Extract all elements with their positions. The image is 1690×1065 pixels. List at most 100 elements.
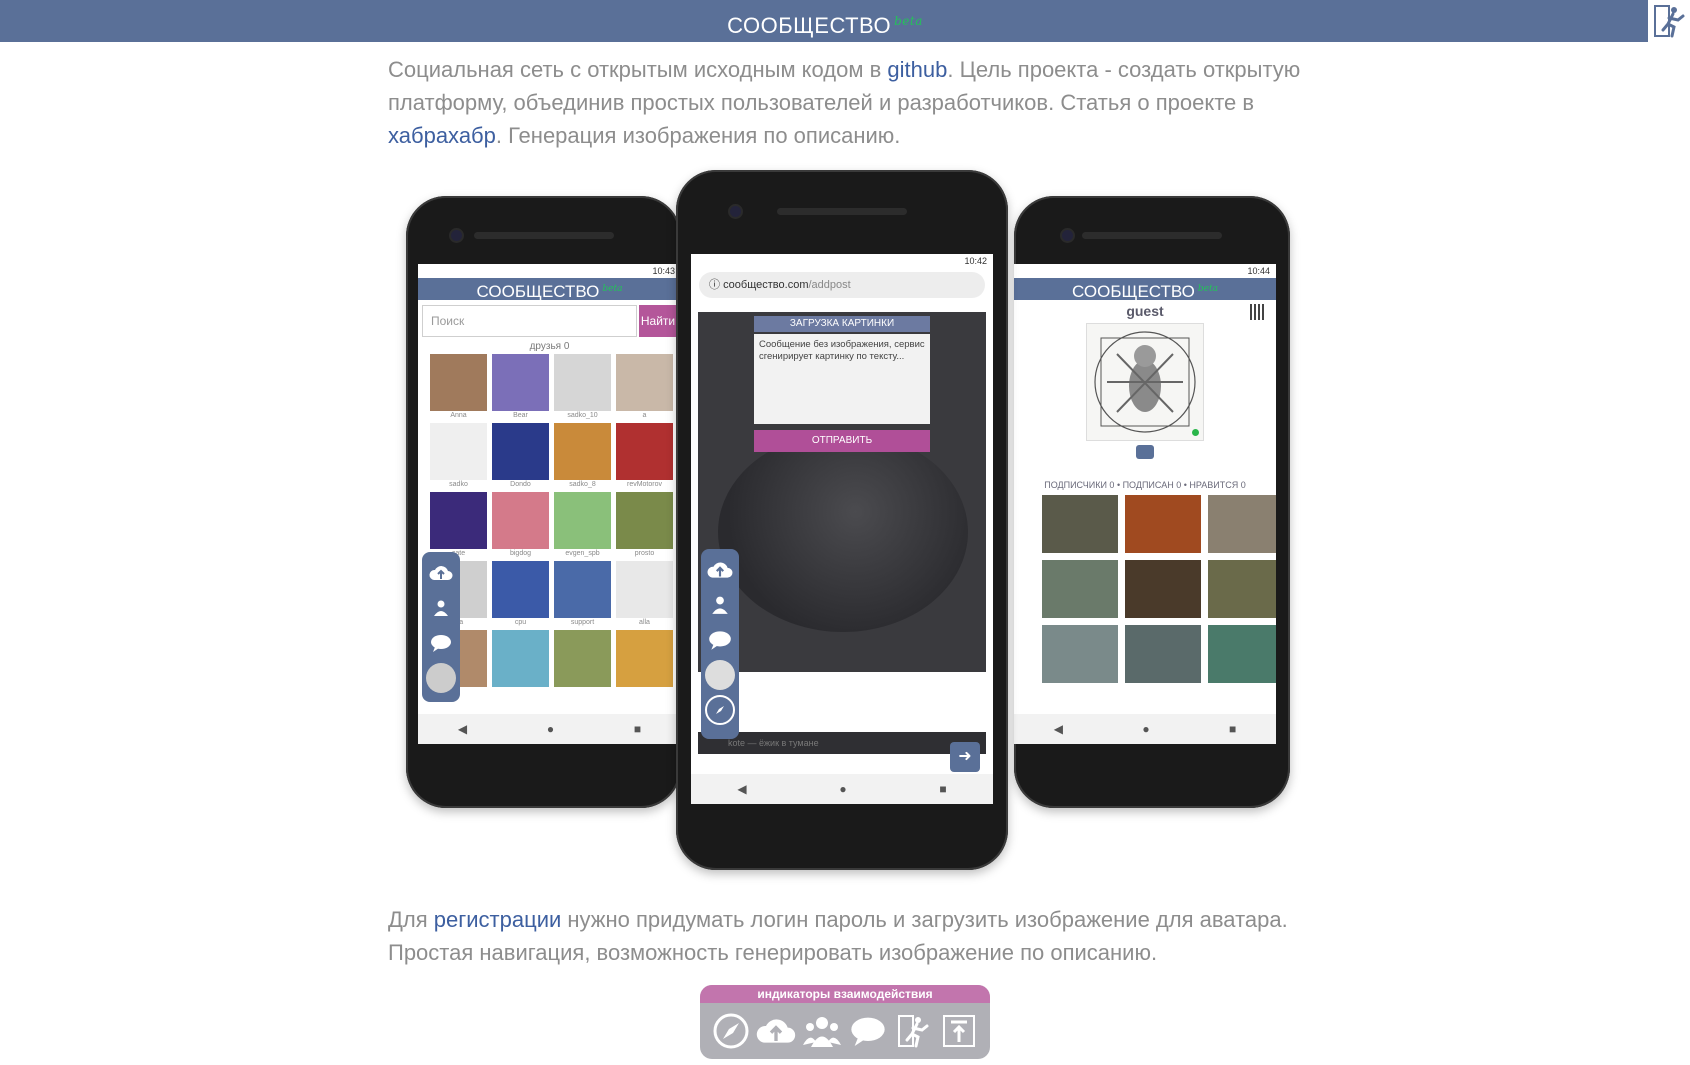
user-card[interactable]: prosto xyxy=(616,492,673,559)
user-card[interactable]: sadko_10 xyxy=(554,354,611,421)
send-button[interactable]: ОТПРАВИТЬ xyxy=(754,430,930,452)
user-avatar xyxy=(616,492,673,549)
chat-icon[interactable] xyxy=(426,628,456,658)
post-overlay: ЗАГРУЗКА КАРТИНКИ Сообщение без изображе… xyxy=(698,312,986,772)
profile-stats: ПОДПИСЧИКИ 0 • ПОДПИСАН 0 • НРАВИТСЯ 0 xyxy=(1044,480,1246,490)
post-thumbnail[interactable] xyxy=(1125,625,1201,683)
interaction-indicators: индикаторы взаимодействия xyxy=(700,985,990,1059)
app-beta-badge: beta xyxy=(602,284,623,294)
user-name: sadko_8 xyxy=(569,481,596,488)
user-card[interactable]: a xyxy=(616,354,673,421)
user-card[interactable] xyxy=(554,630,611,697)
user-card[interactable]: sadko_8 xyxy=(554,423,611,490)
user-card[interactable] xyxy=(616,630,673,697)
user-name: sadko_10 xyxy=(567,412,598,419)
home-icon[interactable]: ● xyxy=(839,782,846,796)
habr-link[interactable]: хабрахабр xyxy=(388,123,496,148)
user-card[interactable]: Anna xyxy=(430,354,487,421)
back-icon[interactable]: ◀ xyxy=(458,722,467,736)
browser-url-bar[interactable]: ⓘ сообщество.com/addpost xyxy=(699,272,985,298)
user-card[interactable]: sadko xyxy=(430,423,487,490)
vertical-toolbar xyxy=(701,549,739,739)
top-bar: СООБЩЕСТВО beta xyxy=(0,0,1690,42)
settings-badge-icon[interactable] xyxy=(1136,445,1154,459)
scroll-top-icon xyxy=(939,1011,979,1051)
user-card[interactable] xyxy=(492,630,549,697)
recents-icon[interactable]: ■ xyxy=(1229,722,1236,736)
user-name xyxy=(554,687,611,697)
user-card[interactable]: Bear xyxy=(492,354,549,421)
post-thumbnail[interactable] xyxy=(1208,560,1276,618)
user-card[interactable]: Dondo xyxy=(492,423,549,490)
recents-icon[interactable]: ■ xyxy=(939,782,946,796)
post-thumbnail[interactable] xyxy=(1125,495,1201,553)
reg-text-1: Для xyxy=(388,907,434,932)
chat-icon xyxy=(848,1011,888,1051)
post-thumbnail[interactable] xyxy=(1208,495,1276,553)
registration-link[interactable]: регистрации xyxy=(434,907,562,932)
avatar-icon[interactable] xyxy=(705,660,735,690)
registration-paragraph: Для регистрации нужно придумать логин па… xyxy=(388,903,1308,969)
qr-code-icon[interactable] xyxy=(1250,304,1266,320)
compass-icon[interactable] xyxy=(705,695,735,725)
home-icon[interactable]: ● xyxy=(547,722,554,736)
back-icon[interactable]: ◀ xyxy=(737,782,746,796)
generated-image-bg xyxy=(718,432,968,632)
people-icon[interactable] xyxy=(705,590,735,620)
user-avatar xyxy=(616,423,673,480)
site-title[interactable]: СООБЩЕСТВО beta xyxy=(0,0,1650,42)
back-icon[interactable]: ◀ xyxy=(1054,722,1063,736)
recents-icon[interactable]: ■ xyxy=(634,722,641,736)
user-name: revMotorov xyxy=(626,481,662,488)
search-button[interactable]: Найти xyxy=(639,305,677,337)
android-navbar: ◀ ● ■ xyxy=(418,714,681,744)
phone-middle-screen: 10:42 ⓘ сообщество.com/addpost ЗАГРУЗКА … xyxy=(691,254,993,804)
profile-avatar xyxy=(1086,323,1204,441)
user-avatar xyxy=(616,354,673,411)
post-thumbnail[interactable] xyxy=(1042,625,1118,683)
status-bar: 10:43 xyxy=(418,264,681,278)
user-card[interactable]: support xyxy=(554,561,611,628)
user-card[interactable]: revMotorov xyxy=(616,423,673,490)
post-grid xyxy=(1014,490,1276,683)
user-name: alla xyxy=(639,619,650,626)
post-thumbnail[interactable] xyxy=(1208,625,1276,683)
intro-text-3: . Генерация изображения по описанию. xyxy=(495,123,901,148)
submit-arrow-icon[interactable]: ➜ xyxy=(950,742,980,772)
home-icon[interactable]: ● xyxy=(1142,722,1149,736)
user-avatar xyxy=(430,354,487,411)
post-thumbnail[interactable] xyxy=(1042,495,1118,553)
search-input[interactable]: Поиск xyxy=(422,305,637,337)
post-thumbnail[interactable] xyxy=(1042,560,1118,618)
app-header: СООБЩЕСТВО beta xyxy=(418,278,681,301)
android-navbar: ◀ ● ■ xyxy=(691,774,993,804)
user-card[interactable]: evgen_spb xyxy=(554,492,611,559)
user-card[interactable]: alla xyxy=(616,561,673,628)
github-link[interactable]: github xyxy=(887,57,947,82)
user-card[interactable]: cpu xyxy=(492,561,549,628)
user-name: prosto xyxy=(634,550,655,557)
upload-cloud-icon[interactable] xyxy=(705,555,735,585)
people-icon[interactable] xyxy=(426,593,456,623)
post-textarea[interactable]: Сообщение без изображения, сервис сгенир… xyxy=(754,334,930,424)
compass-icon xyxy=(711,1011,751,1051)
user-card[interactable]: cate xyxy=(430,492,487,559)
post-thumbnail[interactable] xyxy=(1125,560,1201,618)
status-bar: 10:44 xyxy=(1014,264,1276,278)
upload-cloud-icon[interactable] xyxy=(426,558,456,588)
user-name: Anna xyxy=(450,412,467,419)
user-avatar xyxy=(554,630,611,687)
friends-count: друзья 0 xyxy=(529,341,570,352)
app-beta-badge: beta xyxy=(1197,284,1218,294)
user-name: evgen_spb xyxy=(565,550,600,557)
user-card[interactable]: bigdog xyxy=(492,492,549,559)
chat-icon[interactable] xyxy=(705,625,735,655)
app-title: СООБЩЕСТВО xyxy=(476,282,600,301)
status-time: 10:43 xyxy=(652,266,675,276)
intro-text-1: Социальная сеть с открытым исходным кодо… xyxy=(388,57,888,82)
exit-button[interactable] xyxy=(1648,0,1690,42)
phones-screenshot: 10:43 СООБЩЕСТВО beta Поиск Найти друзья … xyxy=(388,160,1308,880)
user-avatar xyxy=(492,423,549,480)
avatar-icon[interactable] xyxy=(426,663,456,693)
exit-icon xyxy=(1654,5,1685,38)
